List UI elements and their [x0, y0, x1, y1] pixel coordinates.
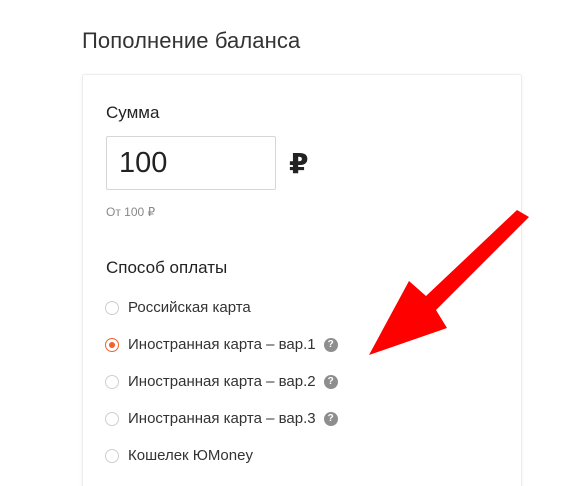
radio-button[interactable] — [105, 411, 119, 426]
help-icon[interactable]: ? — [323, 374, 338, 389]
payment-method-label: Способ оплаты — [106, 258, 228, 277]
payment-option-russian-card[interactable]: Российская карта — [105, 289, 505, 326]
payment-option-label: Российская карта — [128, 299, 251, 316]
radio-button[interactable] — [105, 448, 119, 463]
payment-option-label: Иностранная карта – вар.1 — [128, 336, 316, 353]
amount-label: Сумма — [106, 103, 160, 122]
amount-minimum-hint: От 100 ₽ — [106, 205, 156, 219]
page-title: Пополнение баланса — [82, 28, 301, 53]
top-up-card: Сумма ₽ От 100 ₽ Способ оплаты Российска… — [82, 74, 522, 486]
payment-option-yumoney-wallet[interactable]: Кошелек ЮMoney — [105, 437, 505, 474]
payment-option-foreign-card-2[interactable]: Иностранная карта – вар.2 ? — [105, 363, 505, 400]
currency-symbol: ₽ — [289, 148, 309, 179]
radio-button[interactable] — [105, 374, 119, 389]
payment-method-options: Российская карта Иностранная карта – вар… — [105, 289, 505, 474]
page: Пополнение баланса Сумма ₽ От 100 ₽ Спос… — [0, 0, 580, 486]
payment-option-label: Иностранная карта – вар.3 — [128, 410, 316, 427]
payment-option-label: Кошелек ЮMoney — [128, 447, 253, 464]
payment-option-foreign-card-1[interactable]: Иностранная карта – вар.1 ? — [105, 326, 505, 363]
help-icon[interactable]: ? — [323, 411, 338, 426]
help-icon[interactable]: ? — [323, 337, 338, 352]
amount-input[interactable] — [106, 136, 276, 190]
payment-option-label: Иностранная карта – вар.2 — [128, 373, 316, 390]
radio-button[interactable] — [105, 300, 119, 315]
payment-option-foreign-card-3[interactable]: Иностранная карта – вар.3 ? — [105, 400, 505, 437]
radio-button-selected[interactable] — [105, 337, 119, 352]
